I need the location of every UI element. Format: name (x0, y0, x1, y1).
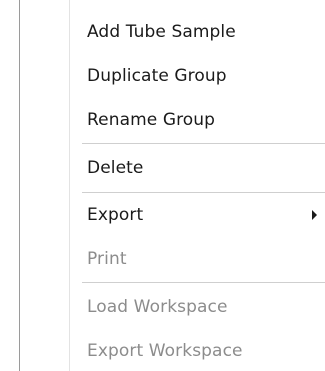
menu-item-label: Delete (87, 158, 144, 178)
submenu-arrow-icon (312, 210, 317, 220)
menu-item-label: Export Workspace (87, 341, 243, 361)
menu-item-rename-group[interactable]: Rename Group (20, 100, 325, 140)
menu-item-print[interactable]: Print (20, 239, 325, 279)
menu-separator (82, 192, 325, 193)
context-menu: Add Tube Sample Duplicate Group Rename G… (20, 0, 325, 371)
menu-item-label: Print (87, 249, 127, 269)
menu-item-export[interactable]: Export (20, 195, 325, 235)
menu-item-label: Add Tube Sample (87, 22, 236, 42)
menu-item-load-workspace[interactable]: Load Workspace (20, 287, 325, 327)
menu-item-label: Rename Group (87, 110, 216, 130)
menu-item-label: Duplicate Group (87, 66, 227, 86)
menu-item-duplicate-group[interactable]: Duplicate Group (20, 56, 325, 96)
menu-separator (82, 282, 325, 283)
menu-item-delete[interactable]: Delete (20, 148, 325, 188)
menu-item-add-tube-sample[interactable]: Add Tube Sample (20, 12, 325, 52)
menu-item-export-workspace[interactable]: Export Workspace (20, 331, 325, 371)
menu-item-label: Load Workspace (87, 297, 228, 317)
menu-separator (82, 143, 325, 144)
menu-item-label: Export (87, 205, 144, 225)
